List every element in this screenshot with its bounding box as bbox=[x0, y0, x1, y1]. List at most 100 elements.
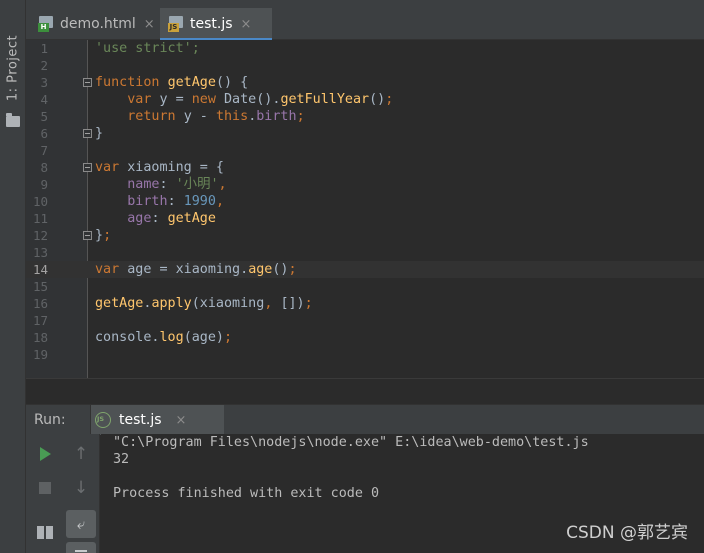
code-token: getAge bbox=[167, 75, 216, 90]
code-token: , bbox=[264, 296, 281, 311]
code-line[interactable]: 7 bbox=[26, 142, 704, 159]
js-file-icon: JS bbox=[168, 16, 184, 32]
code-line[interactable]: 6} bbox=[26, 125, 704, 142]
line-number: 16 bbox=[32, 296, 48, 311]
close-icon[interactable]: × bbox=[144, 17, 155, 32]
fold-toggle-icon[interactable] bbox=[83, 231, 92, 240]
code-token: log bbox=[159, 330, 184, 345]
code-line[interactable]: 5 return y - this.birth; bbox=[26, 108, 704, 125]
code-text: name: '小明', bbox=[95, 176, 226, 193]
code-text: getAge.apply(xiaoming, []); bbox=[95, 295, 313, 312]
scroll-to-end-button[interactable] bbox=[66, 542, 96, 553]
line-number: 1 bbox=[40, 41, 48, 56]
stop-button[interactable] bbox=[30, 474, 60, 502]
code-line[interactable]: 19 bbox=[26, 346, 704, 363]
line-number: 11 bbox=[32, 211, 48, 226]
code-line[interactable]: 9 name: '小明', bbox=[26, 176, 704, 193]
line-number: 9 bbox=[40, 177, 48, 192]
code-token: ; bbox=[103, 228, 112, 243]
code-line[interactable]: 17 bbox=[26, 312, 704, 329]
close-icon[interactable]: × bbox=[241, 17, 252, 32]
line-number: 6 bbox=[40, 126, 48, 141]
run-toolbar: ↑ ↓ ⤶ bbox=[26, 434, 100, 553]
code-text: console.log(age); bbox=[95, 329, 232, 346]
code-token: (age) bbox=[183, 330, 224, 345]
code-text: var y = new Date().getFullYear(); bbox=[95, 91, 393, 108]
fold-toggle-icon[interactable] bbox=[83, 129, 92, 138]
code-text: return y - this.birth; bbox=[95, 108, 305, 125]
code-token: } bbox=[95, 228, 104, 243]
code-token: getAge bbox=[95, 296, 144, 311]
code-token: xiaoming = { bbox=[127, 160, 224, 175]
code-token: this bbox=[215, 109, 249, 124]
tab-demo-html[interactable]: H demo.html × bbox=[34, 8, 158, 40]
code-text: var xiaoming = { bbox=[95, 159, 224, 176]
code-line[interactable]: 12}; bbox=[26, 227, 704, 244]
left-tool-strip: 1: Project bbox=[0, 0, 26, 553]
code-line[interactable]: 16 getAge.apply(xiaoming, []); bbox=[26, 295, 704, 312]
line-number: 19 bbox=[32, 347, 48, 362]
rerun-button[interactable] bbox=[30, 440, 60, 468]
code-token: y - bbox=[183, 109, 216, 124]
code-token: 1990 bbox=[183, 194, 216, 209]
code-line[interactable]: 10 birth: 1990, bbox=[26, 193, 704, 210]
code-line[interactable]: 11 age: getAge bbox=[26, 210, 704, 227]
code-text: function getAge() { bbox=[95, 74, 248, 91]
code-token: ; bbox=[288, 262, 297, 277]
layout-icon bbox=[37, 525, 53, 539]
code-token: []) bbox=[280, 296, 305, 311]
close-icon[interactable]: × bbox=[176, 413, 187, 428]
scroll-to-end-icon bbox=[75, 550, 87, 552]
arrow-up-icon: ↑ bbox=[73, 444, 89, 464]
code-line[interactable]: 13 bbox=[26, 244, 704, 261]
code-line[interactable]: 2 bbox=[26, 57, 704, 74]
line-number: 10 bbox=[32, 194, 48, 209]
code-token: '小明' bbox=[175, 177, 219, 192]
fold-toggle-icon[interactable] bbox=[83, 163, 92, 172]
code-line[interactable]: 8 var xiaoming = { bbox=[26, 159, 704, 176]
tab-test-js[interactable]: JS test.js × bbox=[160, 8, 272, 41]
nodejs-icon bbox=[95, 412, 111, 428]
line-number: 5 bbox=[40, 109, 48, 124]
project-tool-tab[interactable]: 1: Project bbox=[0, 8, 26, 127]
run-panel-header: Run: test.js × bbox=[26, 404, 704, 435]
editor-tab-bar: H demo.html × JS test.js × bbox=[26, 8, 704, 41]
code-token: console. bbox=[95, 330, 160, 345]
previous-occurrence-button[interactable]: ↑ bbox=[66, 440, 96, 468]
console-line: 32 bbox=[113, 452, 130, 467]
restore-layout-button[interactable] bbox=[30, 518, 60, 546]
code-text: age: getAge bbox=[95, 210, 216, 227]
code-line[interactable]: 14 var age = xiaoming.age(); bbox=[26, 261, 704, 278]
code-token: ; bbox=[296, 109, 305, 124]
code-text: birth: 1990, bbox=[95, 193, 224, 210]
code-token: : bbox=[159, 177, 176, 192]
run-tab-label: test.js bbox=[119, 412, 162, 428]
code-editor[interactable]: 1'use strict'; 2 3 function getAge() {4 var… bbox=[26, 40, 704, 378]
code-line[interactable]: 1 'use strict'; bbox=[26, 40, 704, 57]
code-token: var bbox=[95, 262, 128, 277]
code-token: } bbox=[95, 126, 104, 141]
code-line[interactable]: 15 bbox=[26, 278, 704, 295]
project-tab-label: 1: Project bbox=[5, 34, 21, 102]
code-token: ; bbox=[224, 330, 233, 345]
code-line[interactable]: 18 console.log(age); bbox=[26, 329, 704, 346]
code-token: getAge bbox=[167, 211, 216, 226]
html-file-icon: H bbox=[38, 16, 54, 32]
code-line[interactable]: 3 function getAge() { bbox=[26, 74, 704, 91]
code-token: y = bbox=[159, 92, 192, 107]
fold-toggle-icon[interactable] bbox=[83, 78, 92, 87]
code-token: function bbox=[95, 75, 168, 90]
arrow-down-icon: ↓ bbox=[73, 478, 89, 498]
next-occurrence-button[interactable]: ↓ bbox=[66, 474, 96, 502]
code-token: apply bbox=[151, 296, 192, 311]
line-number: 14 bbox=[32, 262, 48, 277]
soft-wrap-button[interactable]: ⤶ bbox=[66, 510, 96, 538]
run-tab-test-js[interactable]: test.js × bbox=[90, 405, 224, 435]
code-line[interactable]: 4 var y = new Date().getFullYear(); bbox=[26, 91, 704, 108]
code-text: }; bbox=[95, 227, 111, 244]
run-label: Run: bbox=[34, 412, 66, 428]
